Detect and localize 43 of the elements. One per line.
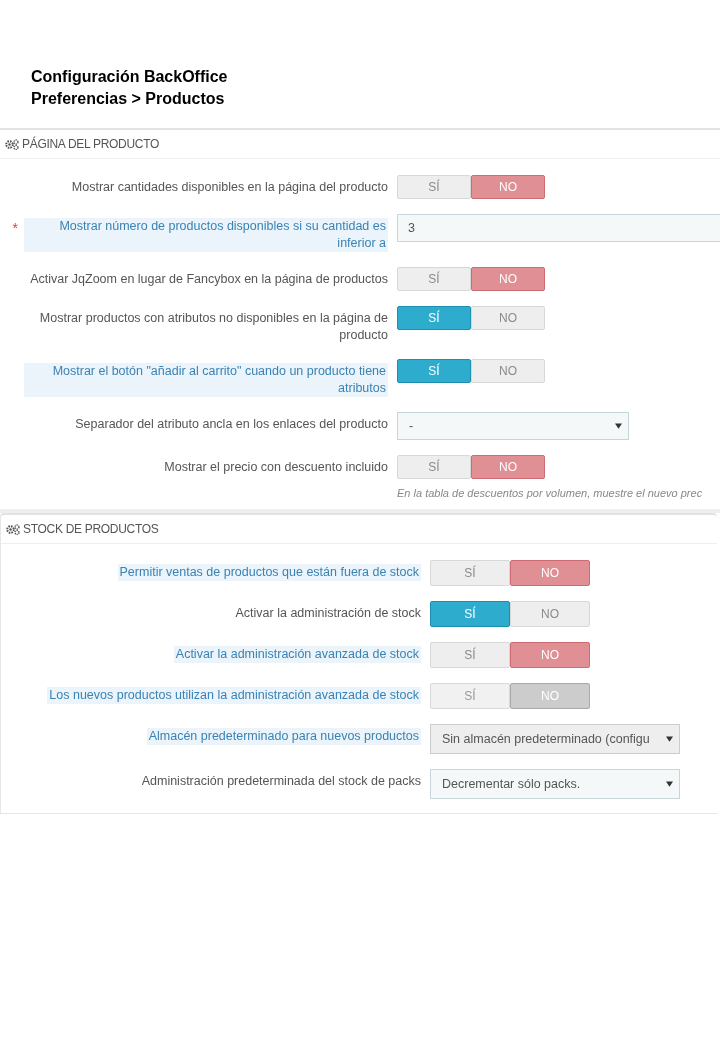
field-label: Mostrar el botón "añadir al carrito" cuando un producto tiene atributos (24, 363, 388, 397)
yes-option[interactable]: SÍ (430, 560, 510, 586)
field-label: Almacén predeterminado para nuevos productos (146, 728, 421, 745)
field-label: Mostrar el precio con descuento incluido (164, 459, 388, 476)
yes-option[interactable]: SÍ (430, 642, 510, 668)
no-option[interactable]: NO (471, 175, 545, 199)
field-label: Mostrar cantidades disponibles en la página del producto (71, 179, 388, 196)
panel-title: STOCK DE PRODUCTOS (23, 522, 159, 536)
no-option[interactable]: NO (471, 267, 545, 291)
yes-option[interactable]: SÍ (397, 175, 471, 199)
dropdown[interactable]: Decrementar sólo packs. (430, 769, 680, 799)
caret-icon (666, 736, 673, 742)
no-option[interactable]: NO (510, 560, 590, 586)
field-label: Activar JqZoom en lugar de Fancybox en la página de productos (30, 271, 388, 288)
number-field[interactable]: 3 (397, 214, 720, 242)
no-option[interactable]: NO (471, 306, 545, 330)
gears-icon (5, 138, 19, 150)
caret-icon (666, 781, 673, 787)
field-label: Mostrar productos con atributos no disponibles en la página de producto (38, 310, 388, 344)
no-option[interactable]: NO (471, 455, 545, 479)
yes-option[interactable]: SÍ (397, 267, 471, 291)
page-title: Preferencias > Productos (31, 89, 226, 109)
yes-option[interactable]: SÍ (397, 359, 471, 383)
field-label: Activar la administración avanzada de stock (173, 646, 421, 663)
field-label: Permitir ventas de productos que están fuera de stock (117, 564, 421, 581)
help-text: En la tabla de descuentos por volumen, muestre el nuevo prec (397, 487, 704, 499)
field-label: Separador del atributo ancla en los enlaces del producto (75, 416, 388, 433)
yes-option[interactable]: SÍ (397, 306, 471, 330)
page-title: Configuración BackOffice (31, 67, 229, 87)
field-label: Activar la administración de stock (235, 605, 421, 622)
caret-icon (615, 423, 622, 429)
no-option[interactable]: NO (510, 601, 590, 627)
gears-icon (6, 523, 20, 535)
yes-option[interactable]: SÍ (397, 455, 471, 479)
field-label: Mostrar número de productos disponibles si su cantidad es inferior a (24, 218, 388, 252)
panel-title: PÁGINA DEL PRODUCTO (22, 137, 159, 151)
dropdown[interactable]: - (397, 412, 629, 440)
no-option[interactable]: NO (471, 359, 545, 383)
no-option[interactable]: NO (510, 642, 590, 668)
field-label: Administración predeterminada del stock de packs (141, 773, 421, 790)
field-label: Los nuevos productos utilizan la administración avanzada de stock (47, 687, 421, 704)
yes-option[interactable]: SÍ (430, 601, 510, 627)
required-mark: * (12, 219, 18, 236)
